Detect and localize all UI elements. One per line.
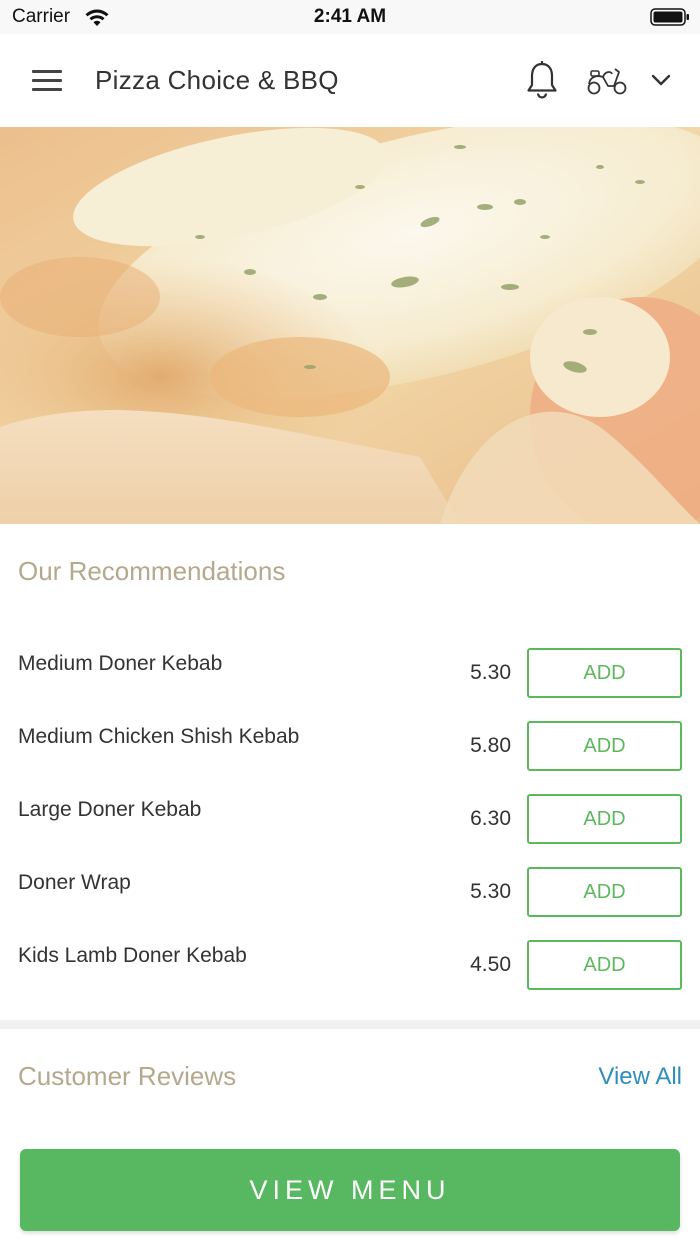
- recommendation-item: Large Doner Kebab 6.30 ADD: [0, 794, 700, 867]
- recommendation-item: Kids Lamb Doner Kebab 4.50 ADD: [0, 940, 700, 1013]
- chevron-down-icon[interactable]: [649, 70, 673, 90]
- pizza-image: [0, 127, 700, 524]
- view-all-reviews-link[interactable]: View All: [598, 1063, 682, 1091]
- add-button[interactable]: ADD: [527, 648, 682, 698]
- recommendation-item: Doner Wrap 5.30 ADD: [0, 867, 700, 940]
- add-button[interactable]: ADD: [527, 867, 682, 917]
- battery-icon: [650, 8, 689, 26]
- item-name: Kids Lamb Doner Kebab: [18, 944, 247, 967]
- add-button[interactable]: ADD: [527, 794, 682, 844]
- item-name: Doner Wrap: [18, 871, 131, 894]
- item-name: Large Doner Kebab: [18, 798, 202, 821]
- menu-icon[interactable]: [32, 70, 62, 92]
- restaurant-title: Pizza Choice & BBQ: [95, 65, 339, 95]
- item-name: Medium Doner Kebab: [18, 652, 223, 675]
- bell-icon[interactable]: [525, 60, 559, 100]
- item-price: 5.30: [470, 880, 511, 903]
- item-price: 4.50: [470, 953, 511, 976]
- reviews-heading: Customer Reviews: [18, 1061, 237, 1091]
- item-price: 5.80: [470, 734, 511, 757]
- add-button[interactable]: ADD: [527, 940, 682, 990]
- hero-image: [0, 127, 700, 524]
- add-button[interactable]: ADD: [527, 721, 682, 771]
- recommendations-heading: Our Recommendations: [18, 556, 286, 586]
- item-price: 6.30: [470, 807, 511, 830]
- section-divider: [0, 1020, 700, 1029]
- item-price: 5.30: [470, 661, 511, 684]
- status-time: 2:41 AM: [313, 6, 387, 27]
- view-menu-button[interactable]: VIEW MENU: [20, 1149, 680, 1231]
- nav-bar: Pizza Choice & BBQ: [0, 34, 700, 126]
- item-name: Medium Chicken Shish Kebab: [18, 725, 300, 748]
- status-bar: Carrier 2:41 AM: [0, 0, 700, 34]
- recommendation-item: Medium Doner Kebab 5.30 ADD: [0, 648, 700, 721]
- recommendation-item: Medium Chicken Shish Kebab 5.80 ADD: [0, 721, 700, 794]
- scooter-icon[interactable]: [585, 64, 629, 96]
